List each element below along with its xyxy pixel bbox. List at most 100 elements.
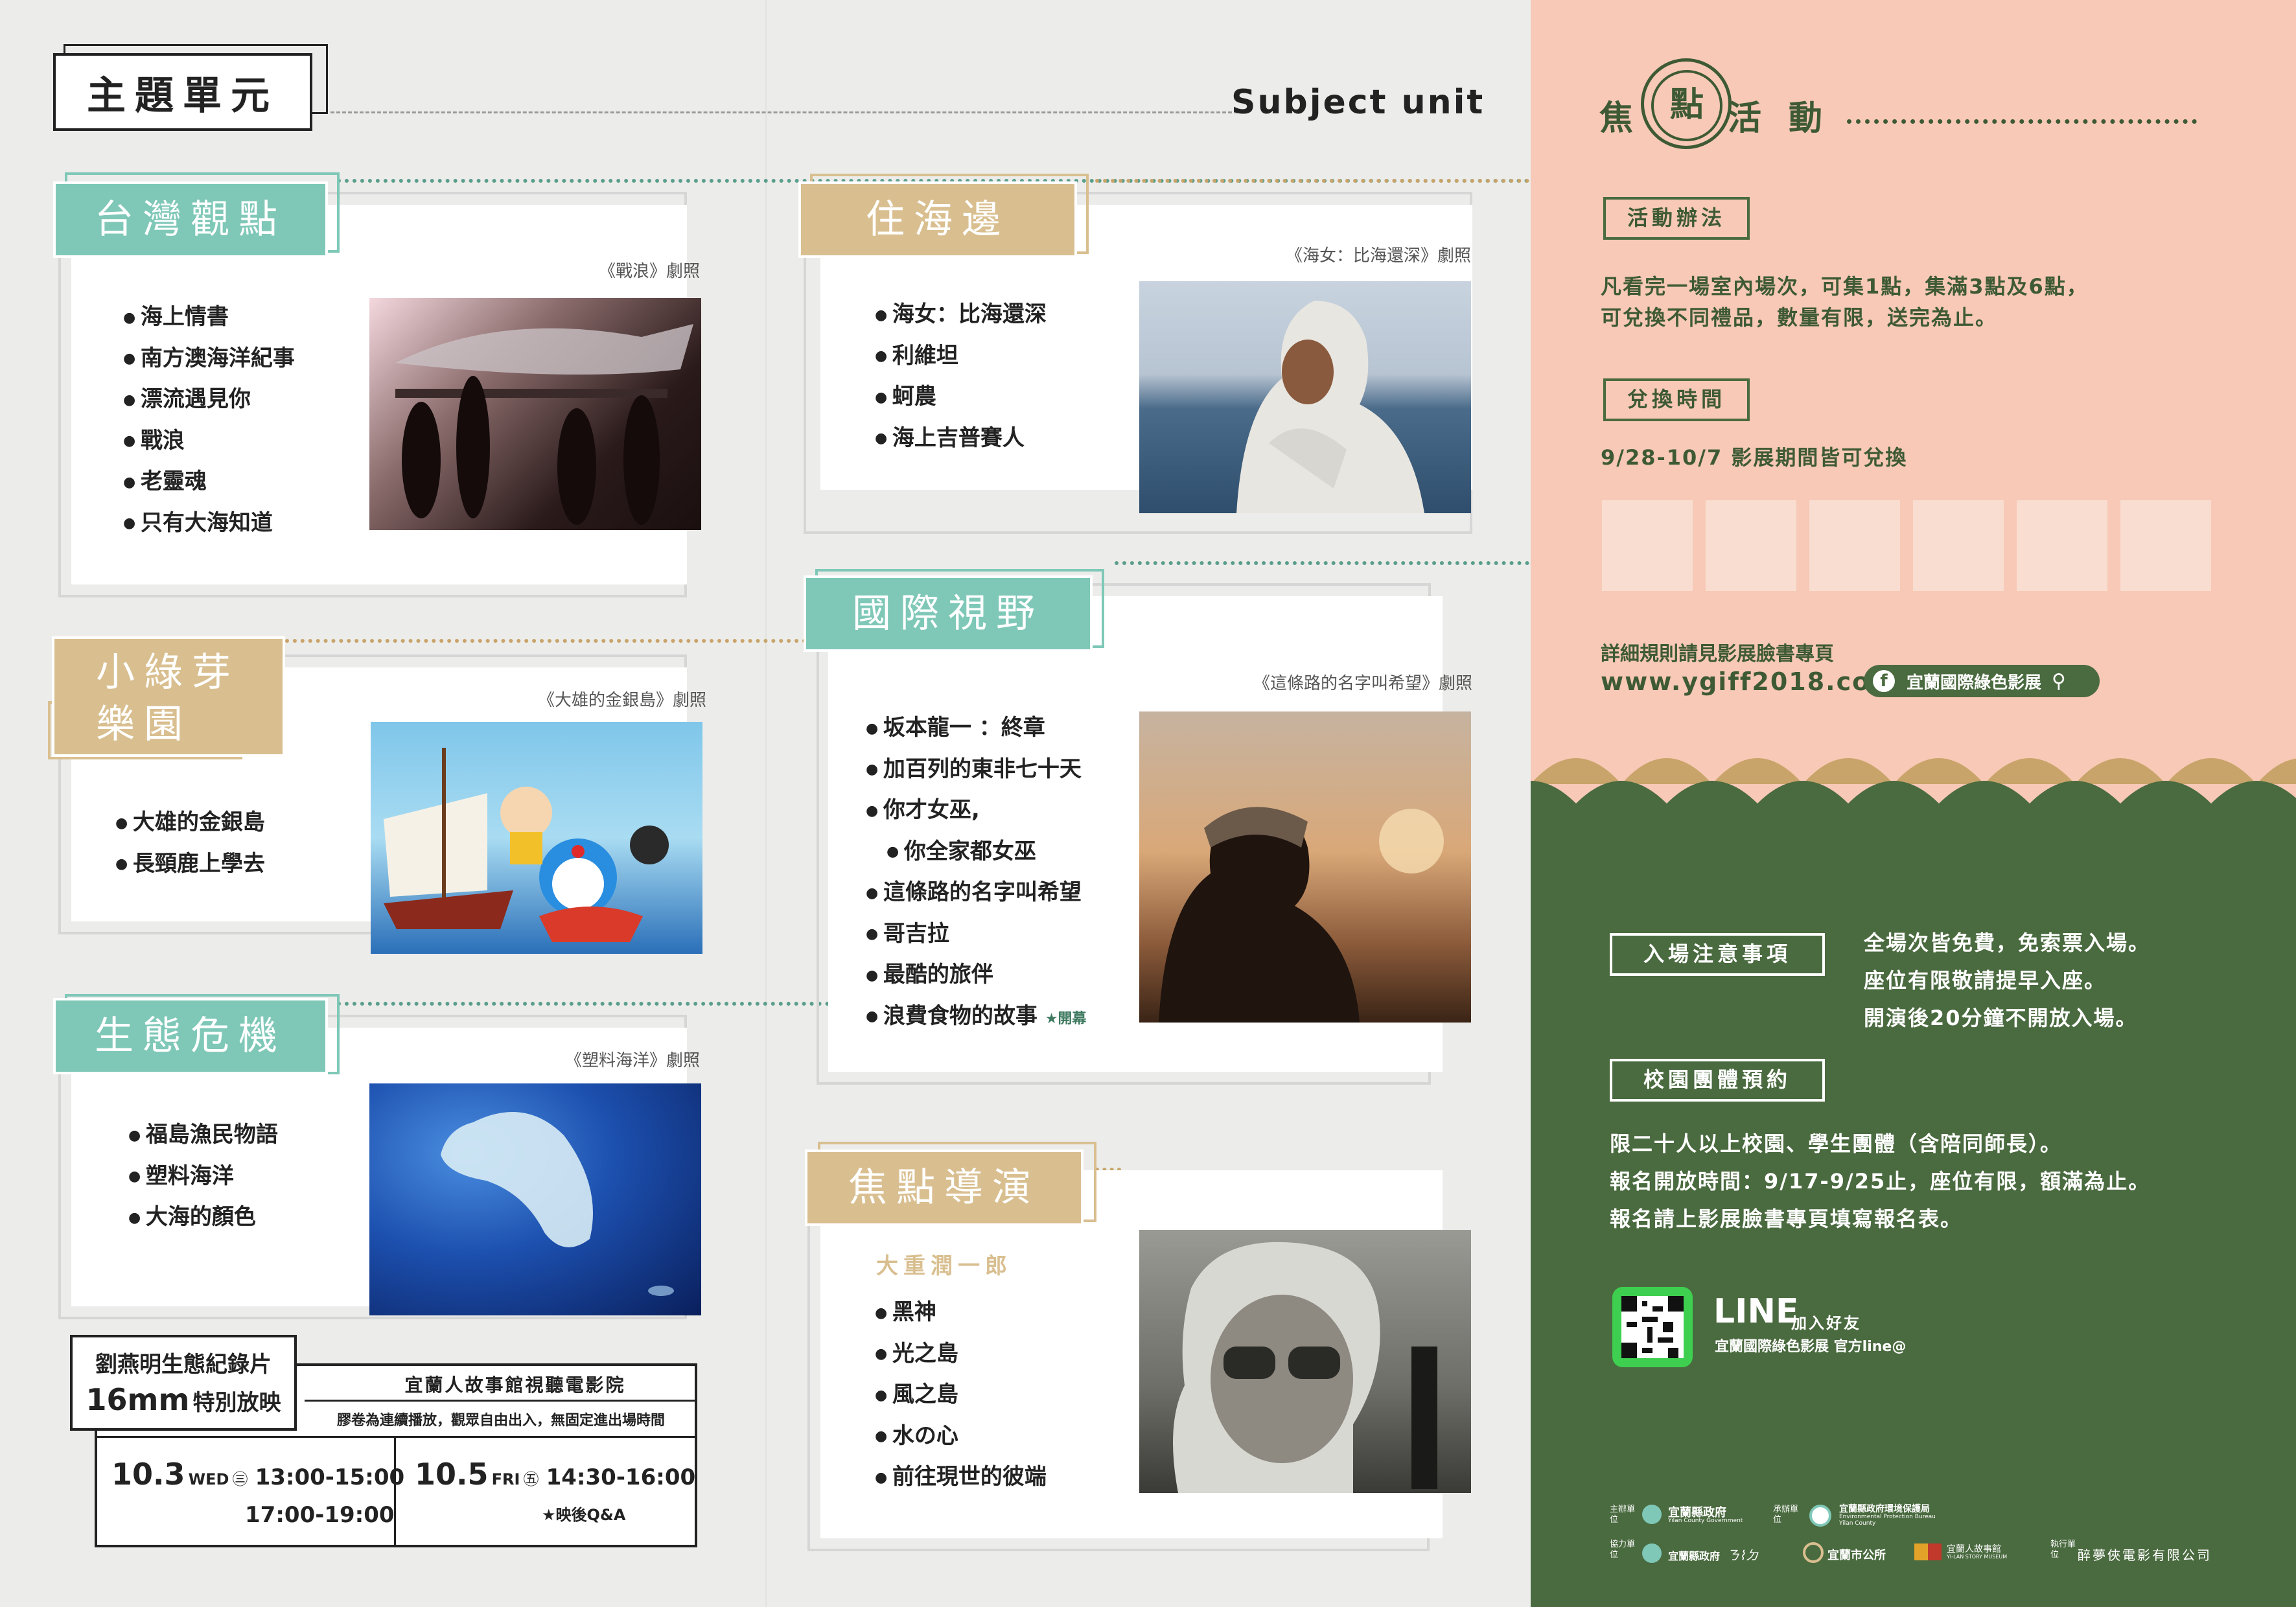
yilan-city-logo-icon — [1803, 1542, 1824, 1563]
redeem-label: 兌換時間 — [1603, 378, 1750, 421]
film-list-sea: 海女：比海還深 利維坦 蚵農 海上吉普賽人 — [875, 294, 1047, 459]
facebook-icon: f — [1873, 670, 1895, 692]
film-item[interactable]: 長頸鹿上學去 — [115, 844, 265, 885]
entry-label: 入場注意事項 — [1610, 933, 1825, 976]
film-item[interactable]: 蚵農 — [875, 376, 1047, 418]
film-item[interactable]: 海上吉普賽人 — [875, 418, 1047, 459]
partner-label: 協力單位 — [1610, 1540, 1636, 1560]
film-item[interactable]: 大海的顏色 — [128, 1197, 278, 1238]
film-item[interactable]: 老靈魂 — [123, 461, 295, 503]
yilan-gov-logo-icon — [1642, 1505, 1662, 1524]
photo-director-portrait — [1139, 1230, 1471, 1493]
film-item[interactable]: 黑神 — [875, 1292, 1047, 1334]
facebook-page-name: 宜蘭國際綠色影展 — [1907, 673, 2042, 693]
film-item[interactable]: 風之島 — [875, 1374, 1047, 1416]
film-item[interactable]: 哥吉拉 — [866, 914, 1086, 955]
photo-road-hope — [1139, 711, 1471, 1023]
redeem-text: 9/28-10/7 影展期間皆可兌換 — [1601, 445, 1908, 470]
line-qr-code[interactable] — [1612, 1287, 1693, 1367]
school-line: 報名開放時間：9/17-9/25止，座位有限，額滿為止。 — [1610, 1169, 2151, 1194]
page-title: 主題單元 — [87, 73, 279, 119]
organizer-name-en: Environmental Protection Bureau Yilan Co… — [1839, 1514, 1936, 1527]
film-item[interactable]: 只有大海知道 — [123, 503, 295, 544]
film-item[interactable]: 海女：比海還深 — [875, 294, 1047, 336]
divider — [305, 1400, 697, 1402]
film-item[interactable]: 光之島 — [875, 1334, 1047, 1375]
film-item[interactable]: 利維坦 — [875, 336, 1047, 377]
organizer-name: 宜蘭縣政府環境保護局 — [1839, 1504, 1930, 1514]
film-item[interactable]: 漂流遇見你 — [123, 379, 295, 421]
line-title: LINE — [1713, 1292, 1799, 1331]
how-line2: 可兌換不同禮品，數量有限，送完為止。 — [1601, 305, 1998, 330]
tab-sea: 住海邊 — [798, 181, 1077, 258]
focus-title-d: 動 — [1789, 99, 1823, 138]
day1-time2: 17:00-19:00 — [245, 1502, 395, 1528]
entry-line: 開演後20分鐘不開放入場。 — [1864, 1006, 2138, 1030]
tab-kids-line1: 小綠芽 — [96, 650, 240, 695]
photo-ama-divers — [1139, 281, 1471, 513]
epb-logo-icon — [1809, 1505, 1831, 1527]
film-item[interactable]: 南方澳海洋紀事 — [123, 338, 295, 380]
film-list-intl: 坂本龍一 ：終章 加百列的東非七十天 你才女巫, 你全家都女巫 這條路的名字叫希… — [866, 708, 1087, 1039]
film-list-director: 黑神 光之島 風之島 水の心 前往現世的彼端 — [875, 1292, 1047, 1498]
film-item[interactable]: 前往現世的彼端 — [875, 1457, 1047, 1498]
film-item[interactable]: 你才女巫, — [866, 790, 1086, 831]
facebook-search-button[interactable]: f 宜蘭國際綠色影展 ⚲ — [1864, 665, 2100, 697]
dots — [1115, 561, 1529, 565]
tab-taiwan: 台灣觀點 — [53, 181, 328, 258]
partner-3-en: YI-LAN STORY MUSEUM — [1947, 1554, 2008, 1560]
caption: 《大雄的金銀島》劇照 — [537, 691, 706, 710]
tab-kids: 小綠芽 樂園 — [52, 636, 285, 757]
website-link[interactable]: www.ygiff2018.com — [1601, 667, 1897, 696]
day2-num: ㊄ — [523, 1470, 539, 1488]
page-subtitle: Subject unit — [1231, 83, 1485, 122]
yilan-gov-logo-icon — [1642, 1543, 1662, 1563]
photo-doraemon — [371, 722, 702, 954]
organizer-label: 承辦單位 — [1773, 1505, 1799, 1525]
day2-date: 10.5 — [415, 1457, 489, 1492]
focus-title-a: 焦 — [1599, 99, 1634, 138]
story-museum-logo-icon — [1914, 1543, 1942, 1560]
special-day2: 10.5 FRI ㊄ 14:30-16:00 — [415, 1457, 695, 1492]
special-title-box: 劉燕明生態紀錄片 16mm 特別放映 — [70, 1335, 297, 1431]
focus-title-c: 活 — [1728, 99, 1762, 138]
line-add-friend: 加入好友 — [1791, 1314, 1861, 1332]
day2-note: ★映後Q&A — [542, 1506, 626, 1524]
stamp-slot — [2017, 500, 2107, 591]
day1-dow: WED — [188, 1470, 229, 1488]
film-item[interactable]: 水の心 — [875, 1416, 1047, 1457]
film-list-kids: 大雄的金銀島 長頸鹿上學去 — [115, 802, 265, 884]
stamp-slot — [1602, 500, 1693, 591]
film-list-taiwan: 海上情書 南方澳海洋紀事 漂流遇見你 戰浪 老靈魂 只有大海知道 — [123, 297, 295, 544]
film-item[interactable]: 福島漁民物語 — [128, 1115, 278, 1156]
film-item[interactable]: 加百列的東非七十天 — [866, 749, 1086, 791]
stamp-slot — [1706, 500, 1796, 591]
film-item[interactable]: 坂本龍一 ：終章 — [866, 708, 1086, 749]
film-item[interactable]: 海上情書 — [123, 297, 295, 338]
special-title-rest: 特別放映 — [192, 1390, 281, 1416]
film-item[interactable]: 戰浪 — [123, 421, 295, 462]
photo-battle-waves — [369, 298, 701, 530]
film-item[interactable]: 大雄的金銀島 — [115, 802, 265, 844]
divider — [394, 1436, 396, 1547]
yilan-calligraphy-logo-icon: ㄋ⌇ㄉ — [1726, 1547, 1759, 1563]
stamp-slot — [2120, 500, 2211, 591]
day1-date: 10.3 — [111, 1457, 185, 1492]
tab-eco: 生態危機 — [53, 998, 328, 1074]
day1-num: ㊂ — [232, 1470, 248, 1488]
focus-title-b: 點 — [1651, 70, 1722, 141]
photo-plastic-ocean — [369, 1083, 701, 1315]
film-item[interactable]: 塑料海洋 — [128, 1156, 278, 1197]
rules-text: 詳細規則請見影展臉書專頁 — [1601, 643, 1834, 665]
school-label: 校園團體預約 — [1610, 1059, 1825, 1102]
title-dash-line — [330, 111, 1238, 113]
stamp-slot — [1809, 500, 1900, 591]
day2-time1: 14:30-16:00 — [546, 1464, 696, 1490]
film-item[interactable]: 浪費食物的故事 ★開幕 — [866, 996, 1087, 1039]
special-title-num: 16mm — [86, 1382, 190, 1417]
scallop-divider — [1531, 758, 2296, 829]
day1-time1: 13:00-15:00 — [255, 1464, 405, 1490]
film-item[interactable]: 這條路的名字叫希望 — [866, 872, 1086, 914]
entry-line: 全場次皆免費，免索票入場。 — [1864, 931, 2151, 955]
film-item[interactable]: 最酷的旅伴 — [866, 954, 1086, 996]
